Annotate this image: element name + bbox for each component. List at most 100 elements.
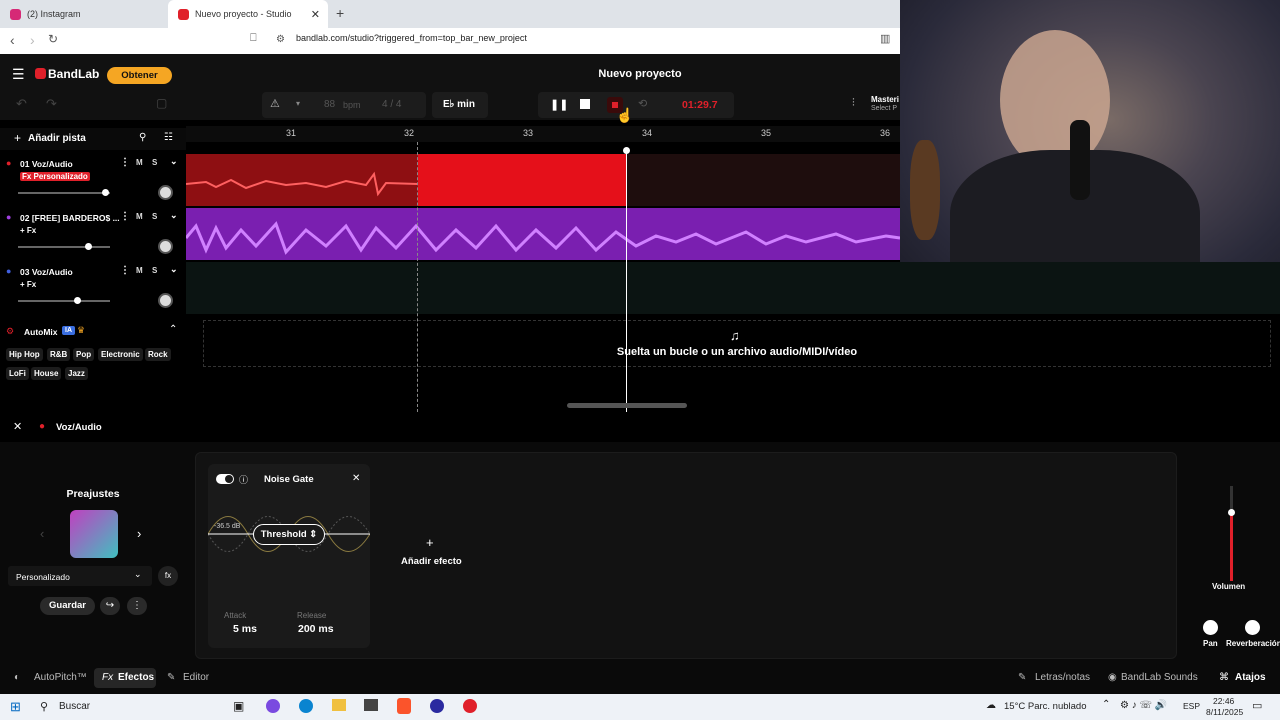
fx-label[interactable]: Fx Personalizado bbox=[20, 172, 90, 181]
mail-icon[interactable] bbox=[364, 699, 378, 711]
track-menu-icon[interactable]: ⋮ bbox=[120, 157, 130, 168]
track-menu-icon[interactable]: ⋮ bbox=[120, 211, 130, 222]
reverb-knob[interactable] bbox=[1245, 620, 1260, 635]
preset-artwork[interactable] bbox=[70, 510, 118, 558]
info-icon[interactable]: ⓘ bbox=[239, 473, 248, 486]
add-fx-button[interactable]: + Fx bbox=[20, 280, 36, 289]
url-field[interactable]: bandlab.com/studio?triggered_from=top_ba… bbox=[296, 33, 527, 43]
effect-toggle[interactable] bbox=[216, 474, 234, 484]
track-name[interactable]: 02 [FREE] BARDERO$ ... bbox=[20, 213, 120, 223]
mastering-label[interactable]: Masteri bbox=[871, 95, 899, 104]
track-3-lane[interactable] bbox=[186, 262, 1280, 314]
reload-icon[interactable]: ↻ bbox=[48, 32, 58, 46]
metronome-icon[interactable]: ⚠ bbox=[270, 97, 280, 110]
site-info-icon[interactable]: ⚙ bbox=[276, 34, 285, 45]
settings-sliders-icon[interactable]: ☷ bbox=[164, 132, 173, 143]
search-icon[interactable]: ⚲ bbox=[40, 700, 48, 713]
genre-chip[interactable]: Rock bbox=[145, 348, 171, 361]
mute-button[interactable]: M bbox=[136, 158, 143, 167]
release-value[interactable]: 200 ms bbox=[298, 623, 334, 635]
slider-handle[interactable] bbox=[85, 243, 92, 250]
undo-icon[interactable]: ↶ bbox=[16, 96, 27, 112]
volume-slider[interactable] bbox=[18, 297, 110, 304]
solo-button[interactable]: S bbox=[152, 266, 157, 275]
copilot-icon[interactable] bbox=[266, 699, 280, 713]
brave-icon[interactable] bbox=[397, 698, 411, 714]
genre-chip[interactable]: Electronic bbox=[98, 348, 143, 361]
fx-bypass-icon[interactable]: fx bbox=[158, 566, 178, 586]
close-tab-icon[interactable]: ✕ bbox=[311, 8, 320, 21]
genre-chip[interactable]: Jazz bbox=[65, 367, 88, 380]
share-icon[interactable]: ↪ bbox=[100, 597, 120, 615]
back-icon[interactable]: ‹ bbox=[10, 32, 15, 48]
volume-slider[interactable] bbox=[18, 243, 110, 250]
attack-value[interactable]: 5 ms bbox=[233, 623, 257, 635]
new-tab-icon[interactable]: + bbox=[336, 5, 344, 21]
menu-icon[interactable]: ☰ bbox=[12, 66, 25, 83]
genre-chip[interactable]: House bbox=[31, 367, 62, 380]
chevron-down-icon[interactable]: ⌄ bbox=[170, 156, 178, 167]
pan-knob[interactable] bbox=[158, 293, 173, 308]
playhead[interactable] bbox=[626, 150, 627, 412]
task-view-icon[interactable]: ▣ bbox=[233, 699, 244, 713]
obtener-button[interactable]: Obtener bbox=[107, 67, 172, 84]
tab-letras[interactable]: Letras/notas bbox=[1035, 672, 1090, 683]
loop-icon[interactable]: ⟲ bbox=[638, 97, 647, 110]
timeline-ruler[interactable]: 31 32 33 34 35 36 bbox=[186, 126, 900, 142]
solo-button[interactable]: S bbox=[152, 212, 157, 221]
track-1-lane[interactable] bbox=[626, 154, 900, 206]
chevron-down-icon[interactable]: ⌄ bbox=[170, 210, 178, 221]
preset-dropdown[interactable]: Personalizado ⌄ bbox=[8, 566, 152, 586]
add-track-button[interactable]: Añadir pista bbox=[28, 133, 86, 144]
close-icon[interactable]: ✕ bbox=[352, 473, 360, 484]
chevron-up-icon[interactable]: ⌃ bbox=[169, 324, 177, 335]
clock-time[interactable]: 22:46 bbox=[1213, 696, 1234, 706]
tab-studio[interactable]: Nuevo proyecto - Studio ✕ bbox=[168, 0, 328, 28]
stop-icon[interactable] bbox=[580, 99, 590, 109]
chevron-right-icon[interactable]: › bbox=[137, 526, 141, 541]
save-button[interactable]: Guardar bbox=[40, 597, 95, 615]
volume-handle[interactable] bbox=[1228, 509, 1235, 516]
tab-atajos[interactable]: Atajos bbox=[1235, 672, 1266, 683]
slider-handle[interactable] bbox=[102, 189, 109, 196]
taskbar-search[interactable]: Buscar bbox=[59, 701, 90, 712]
reader-icon[interactable]: ▥ bbox=[880, 32, 890, 45]
genre-chip[interactable]: LoFi bbox=[6, 367, 29, 380]
tab-editor[interactable]: Editor bbox=[183, 672, 209, 683]
plus-icon[interactable]: + bbox=[426, 535, 434, 550]
volume-slider[interactable] bbox=[18, 189, 110, 196]
bandlab-taskbar-icon[interactable] bbox=[463, 699, 477, 713]
project-title[interactable]: Nuevo proyecto bbox=[560, 68, 720, 80]
genre-chip[interactable]: R&B bbox=[47, 348, 71, 361]
pan-knob[interactable] bbox=[158, 185, 173, 200]
tab-efectos[interactable]: Efectos bbox=[118, 672, 154, 683]
obs-icon[interactable] bbox=[430, 699, 444, 713]
genre-chip[interactable]: Hip Hop bbox=[6, 348, 43, 361]
track-2-clip[interactable] bbox=[184, 208, 901, 260]
volume-fader-track[interactable] bbox=[1228, 486, 1235, 581]
mixer-icon[interactable]: ▢ bbox=[156, 96, 167, 110]
track-header-3[interactable]: ● 03 Voz/Audio + Fx ⋮ M S ⌄ bbox=[0, 262, 186, 316]
threshold-control[interactable]: Threshold ⇕ bbox=[253, 524, 325, 545]
language-indicator[interactable]: ESP bbox=[1183, 701, 1200, 711]
edge-icon[interactable] bbox=[299, 699, 313, 713]
clock-date[interactable]: 8/11/2025 bbox=[1206, 707, 1243, 717]
noise-gate-card[interactable]: ⓘ Noise Gate ✕ -36.5 dB Attack 5 ms Rele… bbox=[208, 464, 370, 648]
redo-icon[interactable]: ↷ bbox=[46, 96, 57, 112]
tab-autopitch[interactable]: AutoPitch™ bbox=[34, 672, 87, 683]
weather-text[interactable]: 15°C Parc. nublado bbox=[1004, 701, 1087, 712]
pan-knob[interactable] bbox=[1203, 620, 1218, 635]
add-effect-button[interactable]: Añadir efecto bbox=[401, 556, 462, 567]
mastering-icon[interactable]: ⫶ bbox=[852, 97, 855, 110]
slider-handle[interactable] bbox=[74, 297, 81, 304]
track-1-clip[interactable] bbox=[185, 154, 419, 206]
time-signature[interactable]: 4 / 4 bbox=[382, 99, 401, 110]
track-1-recording-clip[interactable] bbox=[418, 154, 626, 206]
genre-chip[interactable]: Pop bbox=[73, 348, 95, 361]
track-header-1[interactable]: ● 01 Voz/Audio Fx Personalizado ⋮ M S ⌄ bbox=[0, 154, 186, 208]
track-header-2[interactable]: ● 02 [FREE] BARDERO$ ... + Fx ⋮ M S ⌄ bbox=[0, 208, 186, 262]
bpm-value[interactable]: 88 bbox=[324, 99, 335, 110]
playhead-handle[interactable] bbox=[623, 147, 630, 154]
tab-sounds[interactable]: BandLab Sounds bbox=[1121, 672, 1198, 683]
tool-icon[interactable]: ⚲ bbox=[139, 132, 146, 143]
